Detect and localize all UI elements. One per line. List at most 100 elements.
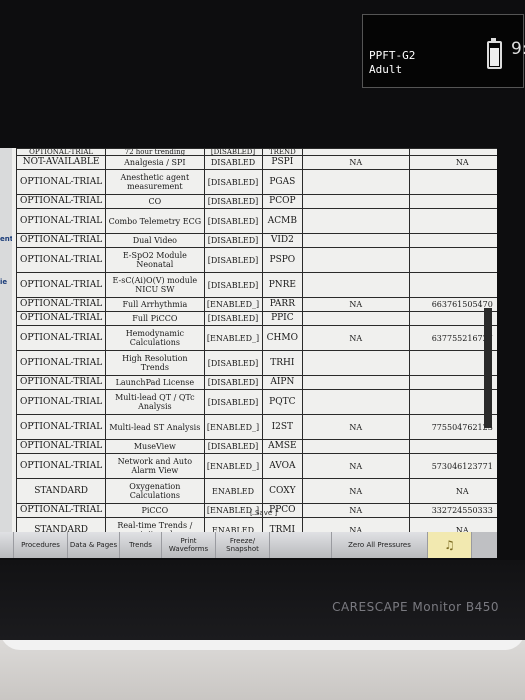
column5-cell <box>302 311 410 326</box>
column5-cell <box>302 194 410 209</box>
code-cell: COXY <box>261 478 304 504</box>
table-row[interactable]: OPTIONAL-TRIAL Combo Telemetry ECG [DISABL… <box>15 208 497 234</box>
column5-cell <box>302 350 410 376</box>
softkey-trends[interactable]: Trends <box>120 532 162 558</box>
status-cell: [DISABLED] <box>203 439 263 454</box>
patient-mode-panel[interactable]: PPFT-G2 Adult 9:0 <box>362 14 525 88</box>
code-cell: PSPO <box>261 247 304 273</box>
table-row[interactable]: OPTIONAL-TRIAL High Resolution Trends [DIS… <box>15 350 497 376</box>
table-row[interactable]: OPTIONAL-TRIAL MuseView [DISABLED] AMSE <box>15 439 497 454</box>
license-type-cell: OPTIONAL-TRIAL <box>15 375 107 390</box>
softkey-label: Zero All Pressures <box>348 541 411 549</box>
code-cell: PPIC <box>261 311 304 326</box>
function-cell: LaunchPad License <box>105 375 205 390</box>
status-cell: [DISABLED] <box>203 350 263 376</box>
alarm-bell-icon: ♫ <box>444 538 455 552</box>
column5-cell: NA <box>302 453 410 479</box>
softkey-freeze-snapshot[interactable]: Freeze/ Snapshot <box>216 532 270 558</box>
table-row[interactable]: OPTIONAL-TRIAL Full Arrhythmia [ENABLED_] P… <box>15 297 497 312</box>
table-row[interactable]: OPTIONAL-TRIAL Multi-lead ST Analysis [ENA… <box>15 414 497 440</box>
code-cell: ACMB <box>261 208 304 234</box>
license-type-cell: OPTIONAL-TRIAL <box>15 194 107 209</box>
code-cell: I2ST <box>261 414 304 440</box>
function-cell: Full PiCCO <box>105 311 205 326</box>
status-cell: [DISABLED] <box>203 389 263 415</box>
table-row-partial[interactable]: OPTIONAL-TRIAL 72 hour trending [DISABLED]… <box>15 148 497 156</box>
function-cell: 72 hour trending <box>105 148 205 156</box>
status-cell: [DISABLED] <box>203 375 263 390</box>
license-type-cell: OPTIONAL-TRIAL <box>15 233 107 248</box>
table-row[interactable]: OPTIONAL-TRIAL Hemodynamic Calculations [E… <box>15 325 497 351</box>
column5-cell: NA <box>302 155 410 170</box>
softkey-label: Freeze/ Snapshot <box>226 537 259 553</box>
mode-line-1: PPFT-G2 <box>369 49 416 62</box>
table-row[interactable]: OPTIONAL-TRIAL Multi-lead QT / QTc Analys… <box>15 389 497 415</box>
status-cell: DISABLED <box>203 155 263 170</box>
code-cell: VID2 <box>261 233 304 248</box>
function-cell: Combo Telemetry ECG <box>105 208 205 234</box>
softkey-procedures[interactable]: Procedures <box>14 532 68 558</box>
license-type-cell: OPTIONAL-TRIAL <box>15 350 107 376</box>
status-cell: [DISABLED] <box>203 148 263 156</box>
table-row[interactable]: OPTIONAL-TRIAL Anesthetic agent measureme… <box>15 169 497 195</box>
softkey-data-pages[interactable]: Data & Pages <box>68 532 120 558</box>
license-type-cell: OPTIONAL-TRIAL <box>15 389 107 415</box>
status-cell: [DISABLED] <box>203 247 263 273</box>
function-cell: E-sC(Ai)O(V) module NICU SW <box>105 272 205 298</box>
function-cell: PiCCO <box>105 503 205 518</box>
status-cell: [DISABLED] <box>203 311 263 326</box>
softkey-print-waveforms[interactable]: Print Waveforms <box>162 532 216 558</box>
license-table: OPTIONAL-TRIAL 72 hour trending [DISABLED]… <box>15 148 497 558</box>
license-type-cell: OPTIONAL-TRIAL <box>15 503 107 518</box>
license-screen: ent ie OPTIONAL-TRIAL 72 hour trending [DI… <box>0 148 497 558</box>
license-type-cell: OPTIONAL-TRIAL <box>15 311 107 326</box>
license-type-cell: OPTIONAL-TRIAL <box>15 297 107 312</box>
column5-cell: NA <box>302 414 410 440</box>
column5-cell <box>302 272 410 298</box>
function-cell: Multi-lead QT / QTc Analysis <box>105 389 205 415</box>
function-cell: E-SpO2 Module Neonatal <box>105 247 205 273</box>
status-cell: [ENABLED_] <box>203 414 263 440</box>
license-type-cell: OPTIONAL-TRIAL <box>15 453 107 479</box>
code-cell: PCOP <box>261 194 304 209</box>
function-cell: MuseView <box>105 439 205 454</box>
status-cell: [ENABLED_] <box>203 297 263 312</box>
column5-cell <box>302 439 410 454</box>
column6-cell <box>408 439 497 454</box>
softkey-blank[interactable] <box>0 532 14 558</box>
table-row[interactable]: NOT-AVAILABLE Analgesia / SPI DISABLED PSPI… <box>15 155 497 170</box>
column5-cell <box>302 375 410 390</box>
function-cell: Hemodynamic Calculations <box>105 325 205 351</box>
softkey-label: Procedures <box>21 541 60 549</box>
function-cell: High Resolution Trends <box>105 350 205 376</box>
table-row[interactable]: STANDARD Oxygenation Calculations ENABLED C… <box>15 478 497 504</box>
clock: 9:0 <box>511 39 525 59</box>
table-row[interactable]: OPTIONAL-TRIAL LaunchPad License [DISABLED… <box>15 375 497 390</box>
column5-cell: NA <box>302 325 410 351</box>
table-row[interactable]: OPTIONAL-TRIAL E-sC(Ai)O(V) module NICU S… <box>15 272 497 298</box>
softkey-label: Data & Pages <box>69 541 118 549</box>
column5-cell: NA <box>302 297 410 312</box>
save-button[interactable]: [ Save ] <box>250 509 277 517</box>
status-cell: [DISABLED] <box>203 169 263 195</box>
column5-cell <box>302 208 410 234</box>
brand-label: CARESCAPE Monitor B450 <box>332 600 499 614</box>
table-row[interactable]: OPTIONAL-TRIAL CO [DISABLED] PCOP <box>15 194 497 209</box>
status-cell: [DISABLED] <box>203 208 263 234</box>
softkey-blank-2[interactable] <box>270 532 332 558</box>
column5-cell <box>302 148 410 156</box>
softkey-alarm-silence[interactable]: ♫ <box>428 532 472 558</box>
column5-cell <box>302 247 410 273</box>
table-row[interactable]: OPTIONAL-TRIAL E-SpO2 Module Neonatal [DIS… <box>15 247 497 273</box>
license-type-cell: OPTIONAL-TRIAL <box>15 148 107 156</box>
license-type-cell: OPTIONAL-TRIAL <box>15 169 107 195</box>
scrollbar-thumb[interactable] <box>484 308 492 428</box>
license-type-cell: OPTIONAL-TRIAL <box>15 414 107 440</box>
column6-cell <box>408 208 497 234</box>
column5-cell: NA <box>302 503 410 518</box>
softkey-zero-all-pressures[interactable]: Zero All Pressures <box>332 532 428 558</box>
table-row[interactable]: OPTIONAL-TRIAL Dual Video [DISABLED] VID2 <box>15 233 497 248</box>
table-row[interactable]: OPTIONAL-TRIAL Full PiCCO [DISABLED] PPIC <box>15 311 497 326</box>
function-cell: Dual Video <box>105 233 205 248</box>
table-row[interactable]: OPTIONAL-TRIAL Network and Auto Alarm Vie… <box>15 453 497 479</box>
